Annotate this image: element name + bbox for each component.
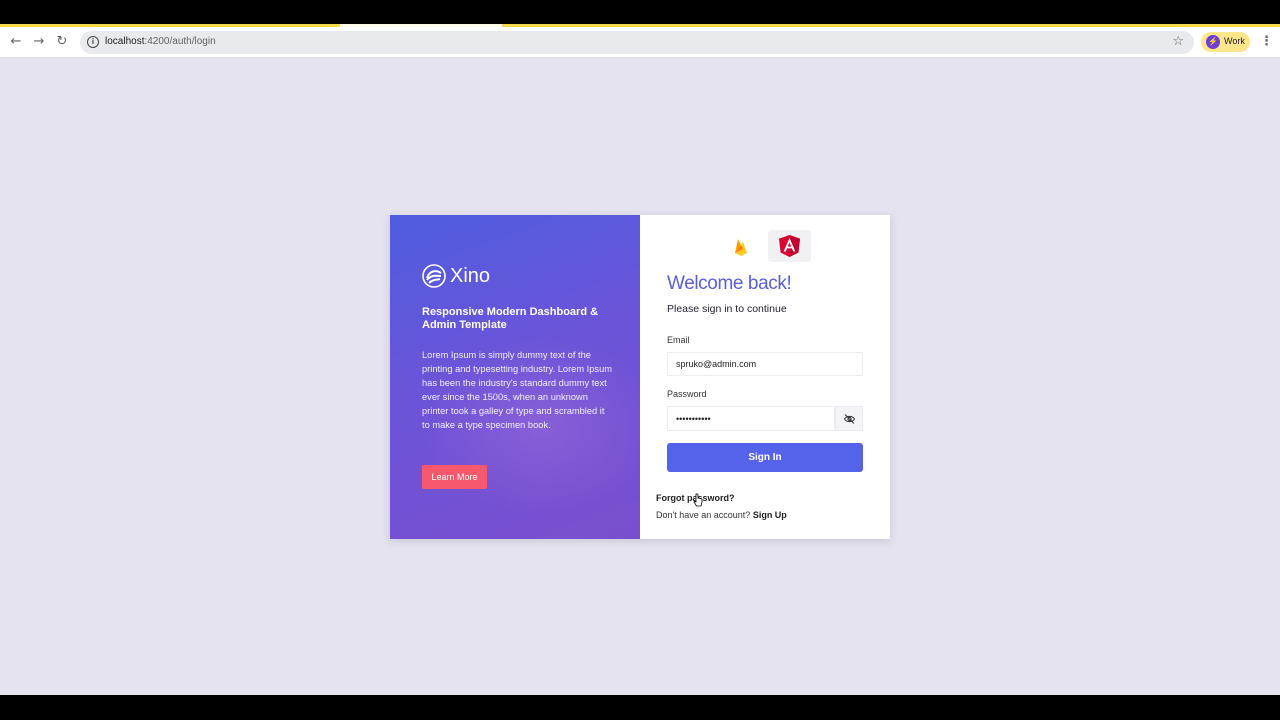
sign-in-button[interactable]: Sign In (667, 443, 863, 472)
bookmark-star-icon[interactable]: ☆ (1172, 34, 1184, 49)
kebab-menu-icon[interactable]: ⋮ (1260, 34, 1273, 50)
signin-subtitle: Please sign in to continue (667, 303, 787, 315)
browser-toolbar: ← → ↻ i localhost:4200/auth/login ☆ ⚡ Wo… (0, 27, 1280, 58)
xino-logo-icon (422, 264, 446, 288)
welcome-heading: Welcome back! (667, 273, 792, 294)
eye-off-icon (844, 414, 855, 424)
promo-panel: Xino Responsive Modern Dashboard & Admin… (390, 215, 640, 539)
no-account-text: Don't have an account? (656, 510, 751, 520)
password-field[interactable] (667, 406, 835, 431)
promo-title: Responsive Modern Dashboard & Admin Temp… (422, 306, 599, 331)
profile-label: Work (1224, 36, 1245, 46)
mouse-cursor-icon (693, 493, 703, 507)
login-card: Xino Responsive Modern Dashboard & Admin… (390, 215, 890, 539)
url-host: localhost (105, 36, 145, 47)
email-field[interactable] (667, 352, 863, 376)
password-label: Password (667, 389, 707, 399)
brand-name: Xino (450, 265, 491, 287)
promo-text: Lorem Ipsum is simply dummy text of the … (422, 350, 612, 430)
screen-bottom-bar (0, 695, 1280, 720)
address-bar[interactable]: i localhost:4200/auth/login ☆ (80, 31, 1194, 54)
forward-icon[interactable]: → (31, 34, 47, 50)
sign-up-link[interactable]: Sign Up (753, 510, 787, 520)
page-viewport: Xino Responsive Modern Dashboard & Admin… (0, 58, 1280, 695)
profile-button[interactable]: ⚡ Work (1201, 32, 1250, 52)
login-form-panel: Welcome back! Please sign in to continue… (640, 215, 890, 539)
email-label: Email (667, 335, 690, 345)
site-info-icon[interactable]: i (87, 36, 99, 48)
profile-avatar-icon: ⚡ (1206, 35, 1220, 49)
back-icon[interactable]: ← (8, 34, 24, 50)
signup-prompt: Don't have an account? Sign Up (656, 510, 787, 520)
url-path: :4200/auth/login (144, 36, 216, 47)
firebase-logo-icon[interactable] (734, 237, 748, 257)
reload-icon[interactable]: ↻ (54, 34, 70, 50)
learn-more-button[interactable]: Learn More (422, 465, 487, 489)
angular-logo-icon (779, 235, 800, 257)
screen-top-bar (0, 0, 1280, 25)
toggle-password-visibility-button[interactable] (835, 406, 863, 431)
angular-logo-tile[interactable] (768, 230, 811, 262)
url-text: localhost:4200/auth/login (105, 36, 216, 47)
